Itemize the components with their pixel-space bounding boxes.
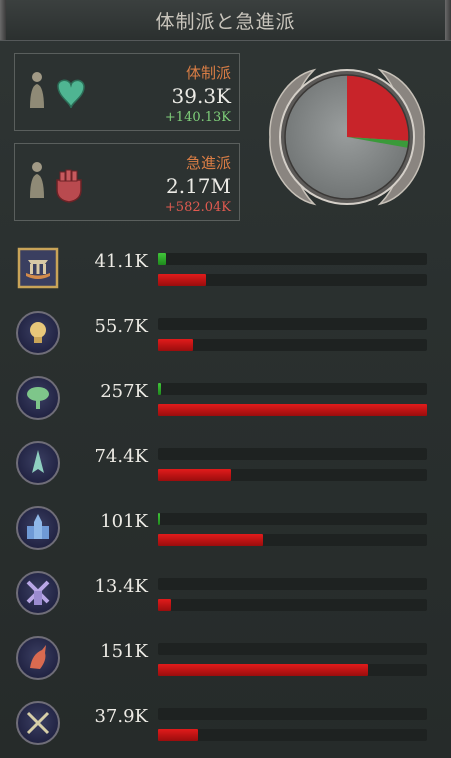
loyalist-bar-fill — [158, 513, 160, 525]
loyalist-bar-track — [158, 383, 427, 395]
radical-bar-track — [158, 469, 427, 481]
radicals-label: 急進派 — [185, 154, 231, 172]
stratum-row[interactable]: 151K — [0, 626, 451, 691]
windmill-icon — [16, 571, 60, 615]
radical-bar-track — [158, 274, 427, 286]
fist-icon — [30, 162, 82, 203]
title-bar: 体制派と急進派 — [0, 0, 451, 41]
radical-bar-track — [158, 729, 427, 741]
radical-bar-track — [158, 664, 427, 676]
panel-title: 体制派と急進派 — [155, 11, 296, 33]
loyalists-delta: +140.13K — [164, 110, 231, 125]
church-icon — [16, 506, 60, 550]
radical-bar-track — [158, 534, 427, 546]
spire-glyph — [32, 450, 44, 473]
dragon-glyph — [30, 645, 46, 669]
stratum-population: 151K — [100, 641, 148, 662]
stratum-population: 55.7K — [94, 316, 148, 337]
industrialists-icon — [16, 636, 60, 680]
stratum-row[interactable]: 55.7K — [0, 301, 451, 366]
radical-bar-fill — [158, 274, 206, 286]
stratum-population: 74.4K — [94, 446, 148, 467]
crossed-swords-glyph — [26, 711, 50, 735]
loyalists-count: 39.3K — [171, 84, 231, 108]
loyalist-bar-track — [158, 448, 427, 460]
tree-glyph — [27, 387, 49, 409]
radical-bar-track — [158, 404, 427, 416]
radical-bar-fill — [158, 729, 198, 741]
radical-bar-fill — [158, 404, 427, 416]
radical-bar-fill — [158, 534, 263, 546]
stratum-row[interactable]: 41.1K — [0, 236, 451, 301]
loyalist-bar-track — [158, 708, 427, 720]
stratum-row[interactable]: 257K — [0, 366, 451, 431]
stratum-row[interactable]: 74.4K — [0, 431, 451, 496]
loyalists-label: 体制派 — [185, 64, 231, 82]
stratum-population: 37.9K — [94, 706, 148, 727]
heart-icon — [30, 72, 85, 109]
soldiers-icon — [16, 701, 60, 745]
radicals-delta: +582.04K — [164, 200, 231, 215]
clergy-icon — [16, 441, 60, 485]
radical-bar-fill — [158, 599, 171, 611]
loyalist-bar-track — [158, 643, 427, 655]
stratum-population: 101K — [100, 511, 148, 532]
radicals-count: 2.17M — [165, 174, 231, 198]
intelligentsia-icon — [16, 311, 60, 355]
loyalist-bar-fill — [158, 383, 161, 395]
radical-bar-track — [158, 339, 427, 351]
radical-bar-fill — [158, 469, 231, 481]
stratum-row[interactable]: 37.9K — [0, 691, 451, 756]
loyalist-radical-pie-chart — [269, 68, 425, 206]
farmers-icon — [16, 376, 60, 420]
loyalist-bar-track — [158, 253, 427, 265]
radical-bar-track — [158, 599, 427, 611]
stratum-population: 257K — [100, 381, 148, 402]
stratum-row[interactable]: 13.4K — [0, 561, 451, 626]
loyalist-bar-track — [158, 578, 427, 590]
loyalist-bar-track — [158, 513, 427, 525]
loyalists-card[interactable]: 体制派 39.3K +140.13K — [14, 53, 240, 131]
church-glyph — [27, 514, 49, 539]
radical-bar-fill — [158, 664, 368, 676]
stratum-row[interactable]: 101K — [0, 496, 451, 561]
loyalist-bar-track — [158, 318, 427, 330]
loyalist-bar-fill — [158, 253, 166, 265]
lightbulb-glyph — [30, 322, 46, 343]
loyalists-radicals-panel: 体制派と急進派 体制派 39.3K +140.13K 急進派 2.17M +58… — [0, 0, 451, 758]
radicals-card[interactable]: 急進派 2.17M +582.04K — [14, 143, 240, 221]
stratum-population: 41.1K — [94, 251, 148, 272]
stratum-population: 13.4K — [94, 576, 148, 597]
windmill-glyph — [26, 580, 50, 605]
aristocrats-icon — [17, 247, 59, 289]
radical-bar-fill — [158, 339, 193, 351]
